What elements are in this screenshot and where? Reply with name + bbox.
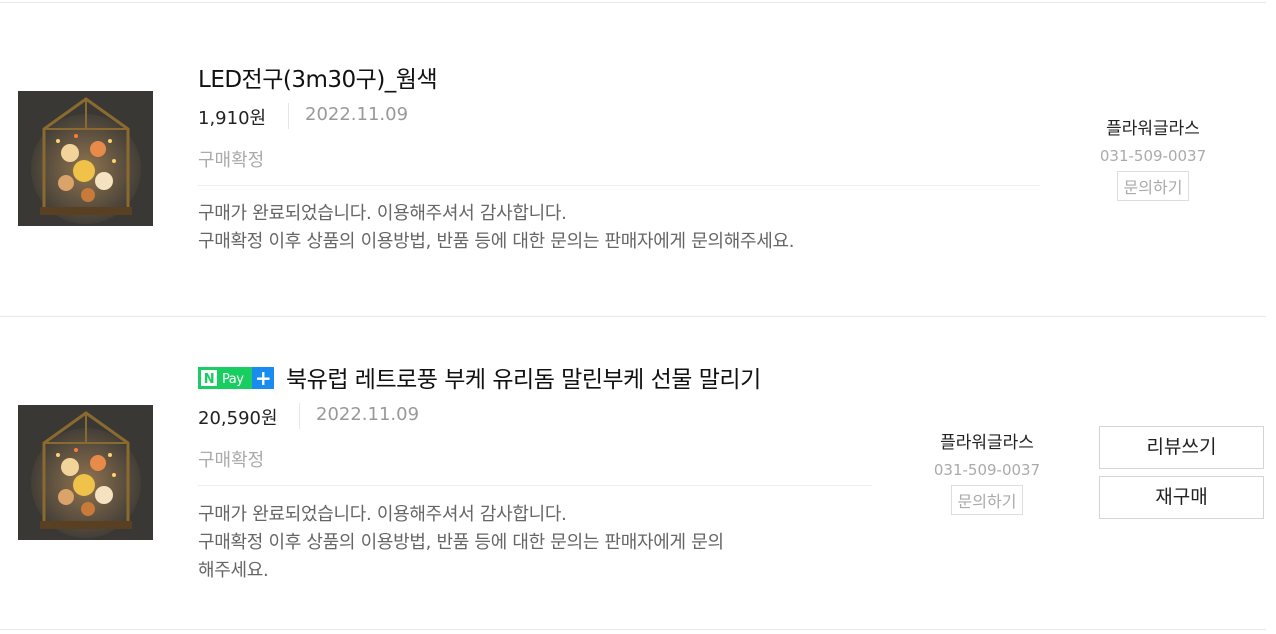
message-line: 구매확정 이후 상품의 이용방법, 반품 등에 대한 문의는 판매자에게 문의 bbox=[198, 532, 724, 553]
seller-info: 플라워글라스 031-509-0037 문의하기 bbox=[902, 428, 1072, 515]
svg-text:N: N bbox=[204, 372, 214, 387]
message-line: 구매확정 이후 상품의 이용방법, 반품 등에 대한 문의는 판매자에게 문의해… bbox=[198, 231, 795, 252]
price-date-separator bbox=[288, 103, 289, 129]
status-label: 구매확정 bbox=[198, 150, 265, 171]
glass-dome-image bbox=[18, 91, 153, 226]
npay-plus-badge-icon: N Pay + bbox=[198, 366, 274, 389]
top-divider bbox=[0, 2, 1266, 3]
bottom-divider bbox=[0, 629, 1266, 630]
glass-dome-image bbox=[18, 405, 153, 540]
price: 20,590원 bbox=[198, 408, 278, 429]
order-message: 구매가 완료되었습니다. 이용해주셔서 감사합니다. 구매확정 이후 상품의 이… bbox=[198, 200, 1040, 256]
seller-name[interactable]: 플라워글라스 bbox=[902, 428, 1072, 453]
product-thumbnail[interactable] bbox=[18, 91, 153, 226]
product-title-row: N Pay + 북유럽 레트로풍 부케 유리돔 말린부케 선물 말리기 bbox=[198, 360, 761, 394]
price: 1,910원 bbox=[198, 108, 267, 129]
status-label: 구매확정 bbox=[198, 450, 265, 471]
order-divider bbox=[0, 316, 1266, 317]
seller-name[interactable]: 플라워글라스 bbox=[1068, 114, 1238, 139]
svg-text:Pay: Pay bbox=[222, 372, 244, 387]
seller-phone: 031-509-0037 bbox=[933, 461, 1041, 479]
product-thumbnail[interactable] bbox=[18, 405, 153, 540]
inquiry-button[interactable]: 문의하기 bbox=[1116, 171, 1190, 201]
order-date: 2022.11.09 bbox=[316, 404, 420, 425]
message-line: 구매가 완료되었습니다. 이용해주셔서 감사합니다. bbox=[198, 203, 567, 224]
inquiry-button[interactable]: 문의하기 bbox=[950, 485, 1024, 515]
order-message: 구매가 완료되었습니다. 이용해주셔서 감사합니다. 구매확정 이후 상품의 이… bbox=[198, 501, 878, 585]
message-line: 해주세요. bbox=[198, 560, 269, 581]
message-line: 구매가 완료되었습니다. 이용해주셔서 감사합니다. bbox=[198, 504, 567, 525]
price-date-separator bbox=[299, 403, 300, 429]
write-review-button[interactable]: 리뷰쓰기 bbox=[1099, 426, 1264, 469]
rebuy-button[interactable]: 재구매 bbox=[1099, 476, 1264, 519]
seller-info: 플라워글라스 031-509-0037 문의하기 bbox=[1068, 114, 1238, 201]
product-title[interactable]: 북유럽 레트로풍 부케 유리돔 말린부케 선물 말리기 bbox=[286, 367, 761, 393]
product-title[interactable]: LED전구(3m30구)_웜색 bbox=[198, 60, 438, 94]
content-divider bbox=[198, 485, 872, 486]
svg-text:+: + bbox=[255, 367, 271, 389]
content-divider bbox=[198, 185, 1040, 186]
seller-phone: 031-509-0037 bbox=[1099, 147, 1207, 165]
order-date: 2022.11.09 bbox=[305, 104, 409, 125]
